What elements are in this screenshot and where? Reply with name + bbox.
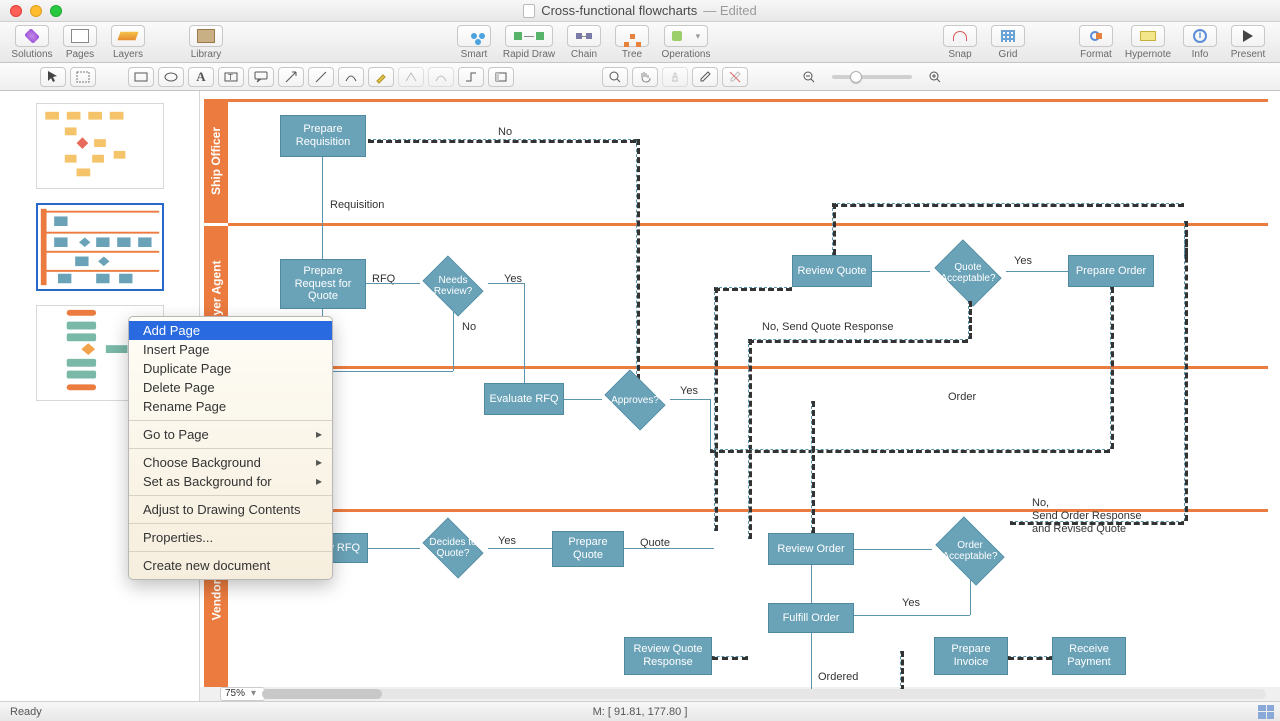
label-no-send-quote: No, Send Quote Response bbox=[762, 321, 893, 333]
menu-properties[interactable]: Properties... bbox=[129, 528, 332, 547]
box-tool[interactable] bbox=[488, 67, 514, 87]
menu-choose-background[interactable]: Choose Background bbox=[129, 453, 332, 472]
label-ordered: Ordered bbox=[818, 671, 858, 683]
rect-shape-tool[interactable] bbox=[128, 67, 154, 87]
node-prepare-invoice[interactable]: Prepare Invoice bbox=[934, 637, 1008, 675]
toolbar-solutions[interactable]: Solutions bbox=[8, 25, 56, 60]
svg-text:T: T bbox=[228, 73, 233, 82]
zoom-tool[interactable] bbox=[602, 67, 628, 87]
node-prepare-requisition[interactable]: Prepare Requisition bbox=[280, 115, 366, 157]
menu-rename-page[interactable]: Rename Page bbox=[129, 397, 332, 416]
label-no-send-order: No, Send Order Response and Revised Quot… bbox=[1032, 497, 1141, 537]
zoom-in-button[interactable] bbox=[922, 67, 948, 87]
callout-tool[interactable] bbox=[248, 67, 274, 87]
node-review-quote[interactable]: Review Quote bbox=[792, 255, 872, 287]
document-title: Cross-functional flowcharts bbox=[541, 3, 697, 18]
toolbar-operations[interactable]: ▾Operations bbox=[656, 25, 716, 60]
drawing-canvas[interactable]: Ship Officer Buyer Agent Vendor Prepare … bbox=[200, 91, 1280, 687]
label-yes-2: Yes bbox=[1014, 255, 1032, 267]
status-bar: Ready M: [ 91.81, 177.80 ] bbox=[0, 701, 1280, 721]
toolbar-smart[interactable]: Smart bbox=[450, 25, 498, 60]
node-receive-payment[interactable]: Receive Payment bbox=[1052, 637, 1126, 675]
menu-insert-page[interactable]: Insert Page bbox=[129, 340, 332, 359]
label-yes-4: Yes bbox=[498, 535, 516, 547]
label-no-1: No bbox=[498, 126, 512, 138]
menu-adjust-contents[interactable]: Adjust to Drawing Contents bbox=[129, 500, 332, 519]
zoom-out-button[interactable] bbox=[796, 67, 822, 87]
menu-duplicate-page[interactable]: Duplicate Page bbox=[129, 359, 332, 378]
menu-add-page[interactable]: Add Page bbox=[129, 321, 332, 340]
node-evaluate-rfq[interactable]: Evaluate RFQ bbox=[484, 383, 564, 415]
page-context-menu: Add Page Insert Page Duplicate Page Dele… bbox=[128, 316, 333, 580]
node-approves[interactable]: Approves? bbox=[600, 375, 670, 425]
toolbar-chain[interactable]: Chain bbox=[560, 25, 608, 60]
horizontal-scrollbar[interactable] bbox=[262, 689, 1266, 699]
toolbar-layers[interactable]: Layers bbox=[104, 25, 152, 60]
titlebar: Cross-functional flowcharts — Edited bbox=[0, 0, 1280, 22]
pointer-tool[interactable] bbox=[40, 67, 66, 87]
node-prepare-rfq[interactable]: Prepare Request for Quote bbox=[280, 259, 366, 309]
text-select-tool[interactable] bbox=[70, 67, 96, 87]
tool-row: A T bbox=[0, 63, 1280, 91]
node-needs-review[interactable]: Needs Review? bbox=[418, 261, 488, 311]
node-decides-quote[interactable]: Decides to Quote? bbox=[418, 523, 488, 573]
toolbar-grid[interactable]: Grid bbox=[984, 25, 1032, 60]
node-review-quote-response[interactable]: Review Quote Response bbox=[624, 637, 712, 675]
curve-tool[interactable] bbox=[338, 67, 364, 87]
connector2-tool[interactable] bbox=[428, 67, 454, 87]
node-quote-acceptable[interactable]: Quote Acceptable? bbox=[930, 245, 1006, 301]
menu-create-new-document[interactable]: Create new document bbox=[129, 556, 332, 575]
toolbar-snap[interactable]: Snap bbox=[936, 25, 984, 60]
clear-format-tool[interactable] bbox=[722, 67, 748, 87]
main-toolbar: Solutions Pages Layers Library Smart Rap… bbox=[0, 22, 1280, 63]
node-review-order[interactable]: Review Order bbox=[768, 533, 854, 565]
ellipse-shape-tool[interactable] bbox=[158, 67, 184, 87]
connector1-tool[interactable] bbox=[398, 67, 424, 87]
text-tool[interactable]: A bbox=[188, 67, 214, 87]
line-tool[interactable] bbox=[308, 67, 334, 87]
hand-tool[interactable] bbox=[632, 67, 658, 87]
node-order-acceptable[interactable]: Order Acceptable? bbox=[930, 523, 1010, 579]
label-no-2: No bbox=[462, 321, 476, 333]
label-yes-3: Yes bbox=[680, 385, 698, 397]
connector3-tool[interactable] bbox=[458, 67, 484, 87]
toolbar-library[interactable]: Library bbox=[182, 25, 230, 60]
toolbar-hypernote[interactable]: Hypernote bbox=[1120, 25, 1176, 60]
stamp-tool[interactable] bbox=[662, 67, 688, 87]
menu-set-as-background[interactable]: Set as Background for bbox=[129, 472, 332, 491]
toolbar-format[interactable]: Format bbox=[1072, 25, 1120, 60]
lane-head-ship-officer[interactable]: Ship Officer bbox=[204, 99, 228, 223]
node-prepare-order[interactable]: Prepare Order bbox=[1068, 255, 1154, 287]
toolbar-tree[interactable]: Tree bbox=[608, 25, 656, 60]
label-requisition: Requisition bbox=[330, 199, 384, 211]
document-edited-status: — Edited bbox=[703, 3, 756, 18]
status-ready: Ready bbox=[10, 706, 42, 718]
label-order: Order bbox=[948, 391, 976, 403]
highlighter-tool[interactable] bbox=[368, 67, 394, 87]
textbox-tool[interactable]: T bbox=[218, 67, 244, 87]
arrow-tool[interactable] bbox=[278, 67, 304, 87]
page-thumbnail-2[interactable] bbox=[36, 203, 164, 291]
menu-go-to-page[interactable]: Go to Page bbox=[129, 425, 332, 444]
toolbar-pages[interactable]: Pages bbox=[56, 25, 104, 60]
toolbar-present[interactable]: Present bbox=[1224, 25, 1272, 60]
zoom-slider[interactable] bbox=[832, 75, 912, 79]
zoom-display[interactable]: 75%▾ bbox=[220, 687, 265, 701]
toolbar-info[interactable]: iInfo bbox=[1176, 25, 1224, 60]
menu-delete-page[interactable]: Delete Page bbox=[129, 378, 332, 397]
canvas-area[interactable]: Ship Officer Buyer Agent Vendor Prepare … bbox=[200, 91, 1280, 701]
node-fulfill-order[interactable]: Fulfill Order bbox=[768, 603, 854, 633]
label-yes-5: Yes bbox=[902, 597, 920, 609]
node-prepare-quote[interactable]: Prepare Quote bbox=[552, 531, 624, 567]
page-thumbnail-1[interactable] bbox=[36, 103, 164, 189]
document-icon bbox=[523, 4, 535, 18]
toolbar-rapid-draw[interactable]: Rapid Draw bbox=[498, 25, 560, 60]
status-view-switch[interactable] bbox=[1258, 705, 1274, 719]
eyedropper-tool[interactable] bbox=[692, 67, 718, 87]
status-mouse-coords: M: [ 91.81, 177.80 ] bbox=[593, 706, 688, 718]
